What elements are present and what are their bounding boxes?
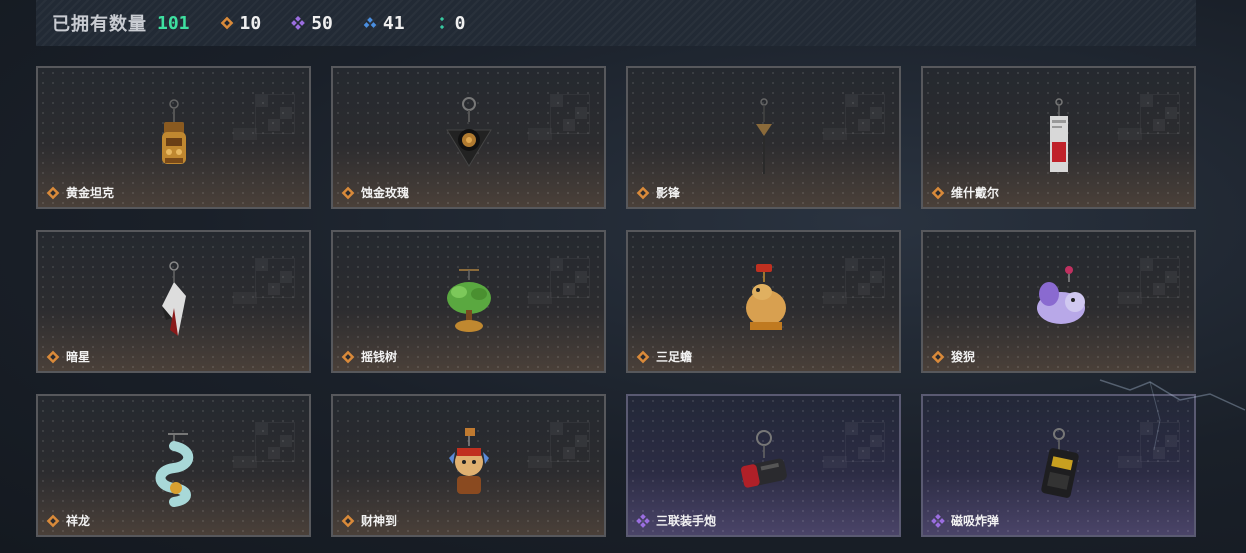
orange-diamond-icon [220,16,234,30]
purple-diamond-icon [291,16,306,30]
charm-card-hand-cannon[interactable]: 三联装手炮 [626,394,901,537]
charm-name: 财神到 [361,514,398,528]
charm-name: 暗星 [66,350,91,364]
money-tree-charm-icon [429,258,509,343]
charm-card-rose[interactable]: 蚀金玫瑰 [331,66,606,209]
charm-name: 三足蟾 [656,350,693,364]
orange-diamond-icon [931,350,945,364]
blue-diamond-icon [363,16,377,30]
shadow-blade-charm-icon [724,94,804,179]
charm-name: 影锋 [656,186,681,200]
dragon-charm-icon [134,422,214,507]
lion-charm-icon [1019,258,1099,343]
green-diamond-icon [435,16,449,30]
orange-diamond-icon [46,350,60,364]
rarity-count-blue: 41 [382,12,405,34]
magnetic-bomb-charm-icon [1019,422,1099,507]
charm-name: 维什戴尔 [951,186,1000,200]
charm-card-dark-star[interactable]: 暗星 [36,230,311,373]
rarity-count-purple: 50 [311,12,333,34]
rarity-stat-orange: 10 [220,12,262,34]
orange-diamond-icon [636,186,650,200]
charm-card-magnetic-bomb[interactable]: 磁吸炸弹 [921,394,1196,537]
rose-charm-icon [429,94,509,179]
rarity-count-orange: 10 [239,12,262,34]
fortune-god-charm-icon [429,422,509,507]
orange-diamond-icon [636,350,650,364]
charm-card-fortune-god[interactable]: 财神到 [331,394,606,537]
charm-card-shadow-blade[interactable]: 影锋 [626,66,901,209]
inventory-summary-bar: 已拥有数量 101 10 50 41 0 [36,0,1196,46]
orange-diamond-icon [341,186,355,200]
charm-name: 黄金坦克 [66,186,115,200]
charm-card-golden-tank[interactable]: 黄金坦克 [36,66,311,209]
golden-tank-charm-icon [134,94,214,179]
orange-diamond-icon [46,514,60,528]
rarity-stat-purple: 50 [291,13,333,34]
hand-cannon-charm-icon [724,422,804,507]
rarity-stat-blue: 41 [363,13,405,34]
charm-card-wisadel[interactable]: 维什戴尔 [921,66,1196,209]
owned-count-value: 101 [157,12,190,34]
purple-diamond-icon [636,513,650,528]
toad-charm-icon [724,258,804,343]
card-charm-icon [1019,94,1099,179]
charm-name: 摇钱树 [361,350,398,364]
rarity-stat-green: 0 [435,12,466,34]
charm-grid: 黄金坦克 蚀金玫瑰 影锋 维什戴尔 暗星 摇钱树 三足蟾 狻猊 祥龙 财神到 三… [36,66,1196,537]
charm-card-lion[interactable]: 狻猊 [921,230,1196,373]
orange-diamond-icon [931,186,945,200]
charm-card-money-tree[interactable]: 摇钱树 [331,230,606,373]
charm-name: 三联装手炮 [656,514,717,528]
dark-star-charm-icon [134,258,214,343]
orange-diamond-icon [341,350,355,364]
charm-name: 祥龙 [66,514,91,528]
orange-diamond-icon [341,514,355,528]
charm-name: 狻猊 [951,350,976,364]
charm-name: 磁吸炸弹 [951,514,1000,528]
purple-diamond-icon [931,513,945,528]
charm-card-toad[interactable]: 三足蟾 [626,230,901,373]
owned-count-label: 已拥有数量 [52,14,147,35]
orange-diamond-icon [46,186,60,200]
rarity-count-green: 0 [454,12,466,34]
charm-name: 蚀金玫瑰 [361,186,410,200]
charm-card-dragon[interactable]: 祥龙 [36,394,311,537]
